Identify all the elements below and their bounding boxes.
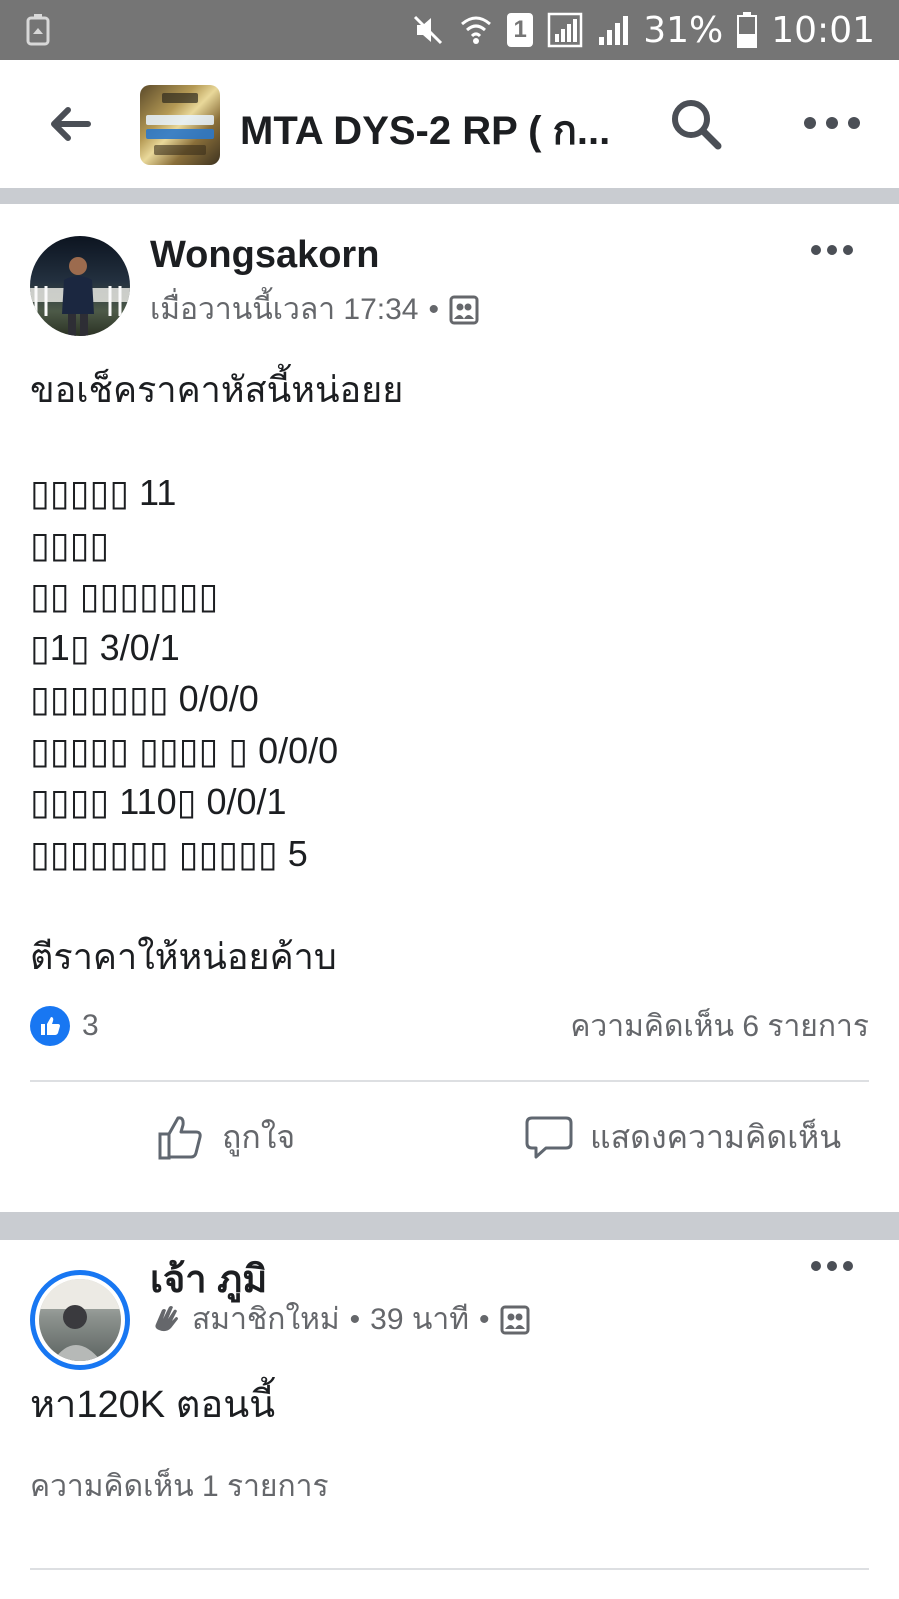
comment-button[interactable]: แสดงความคิดเห็น xyxy=(524,1108,841,1166)
post-timestamp[interactable]: เมื่อวานนี้เวลา 17:34 xyxy=(150,286,419,333)
comment-count[interactable]: ความคิดเห็น 6 รายการ xyxy=(570,1003,869,1050)
thumbs-up-icon xyxy=(158,1116,202,1160)
meta-separator: • xyxy=(479,1302,490,1336)
post-text: ขอเช็คราคาหัสนี้หน่อยย ▯▯▯▯▯ 11 ▯▯▯▯ ▯▯ … xyxy=(30,369,404,977)
group-audience-icon xyxy=(500,1305,530,1334)
like-button[interactable]: ถูกใจ xyxy=(156,1108,295,1166)
group-title[interactable]: MTA DYS-2 RP ( ก... xyxy=(240,98,620,162)
post-options-icon[interactable] xyxy=(810,240,854,260)
comment-bubble-icon xyxy=(525,1116,573,1159)
post-card: เจ้า ภูมิ สมาชิกใหม่ • 39 นาที • หา120K … xyxy=(0,1240,899,1599)
post-options-icon[interactable] xyxy=(810,1256,854,1276)
back-arrow-icon[interactable] xyxy=(46,100,94,148)
group-cover-thumbnail[interactable] xyxy=(140,85,220,165)
signal-box-icon xyxy=(547,12,583,48)
group-audience-icon xyxy=(449,295,479,324)
post-card: Wongsakorn เมื่อวานนี้เวลา 17:34 • ขอเช็… xyxy=(0,204,899,1212)
sim-slot-badge: 1 xyxy=(507,13,534,47)
like-reaction-icon xyxy=(30,1006,70,1046)
avatar[interactable] xyxy=(30,236,130,336)
more-icon[interactable] xyxy=(800,108,864,138)
battery-icon xyxy=(737,12,758,48)
search-icon[interactable] xyxy=(668,96,724,152)
post-timestamp[interactable]: 39 นาที xyxy=(370,1296,469,1343)
like-label: ถูกใจ xyxy=(222,1118,296,1155)
like-count: 3 xyxy=(82,1009,99,1042)
engagement-summary: 3 ความคิดเห็น 6 รายการ xyxy=(30,1004,869,1048)
new-member-wave-icon xyxy=(155,1305,178,1331)
member-badge: สมาชิกใหม่ xyxy=(192,1303,340,1336)
post-meta: เมื่อวานนี้เวลา 17:34 • xyxy=(150,286,479,333)
section-divider xyxy=(0,1212,899,1240)
battery-percent: 31% xyxy=(643,9,724,51)
meta-separator: • xyxy=(428,292,440,326)
comment-count[interactable]: ความคิดเห็น 1 รายการ xyxy=(30,1463,329,1510)
clock: 10:01 xyxy=(771,9,875,51)
battery-saver-icon xyxy=(26,14,50,46)
divider xyxy=(30,1568,869,1570)
divider xyxy=(30,1080,869,1082)
post-author[interactable]: Wongsakorn xyxy=(150,234,379,277)
engagement-summary: ความคิดเห็น 1 รายการ xyxy=(30,1466,869,1506)
section-divider xyxy=(0,188,899,204)
comment-label: แสดงความคิดเห็น xyxy=(590,1118,842,1155)
signal-strength-icon xyxy=(599,16,629,45)
post-text: หา120K ตอนนี้ xyxy=(30,1384,276,1426)
meta-separator: • xyxy=(349,1302,361,1336)
app-bar: MTA DYS-2 RP ( ก... xyxy=(0,60,899,188)
wifi-icon xyxy=(461,16,492,44)
likes-summary[interactable]: 3 xyxy=(30,1006,99,1046)
avatar[interactable] xyxy=(30,1270,130,1370)
status-bar: 1 31% 10:01 xyxy=(0,0,899,60)
post-meta: สมาชิกใหม่ • 39 นาที • xyxy=(150,1296,530,1343)
mute-icon xyxy=(414,15,443,45)
